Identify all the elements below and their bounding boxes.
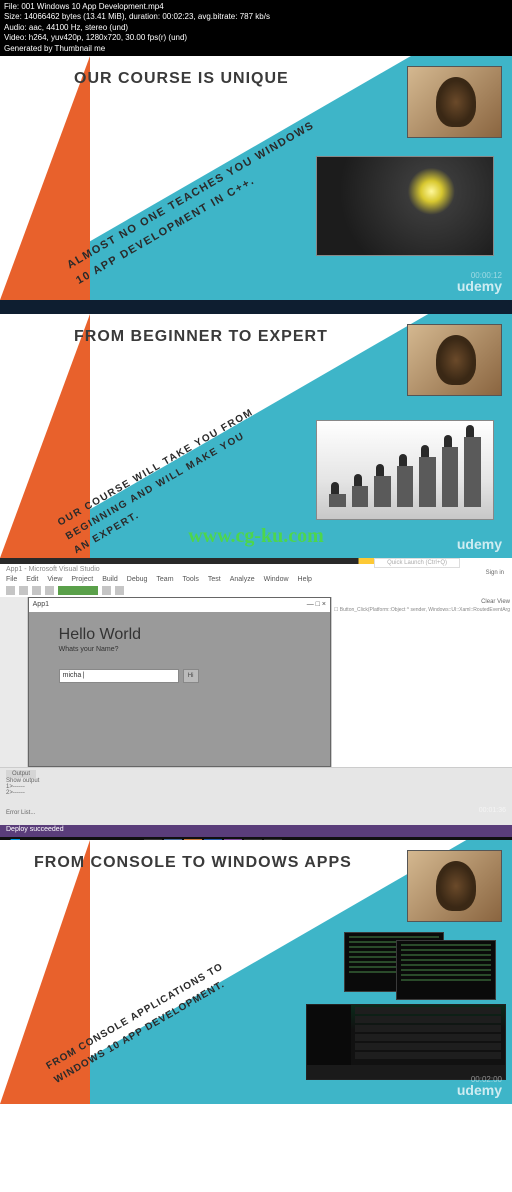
growth-chart-image — [316, 420, 494, 520]
vs-toolbar[interactable] — [0, 584, 512, 597]
vs-body: App1 — □ × Hello World Whats your Name? … — [0, 597, 512, 767]
tool-icon[interactable] — [45, 586, 54, 595]
slide-title: FROM CONSOLE TO WINDOWS APPS — [34, 854, 352, 872]
menu-analyze[interactable]: Analyze — [230, 576, 255, 583]
app-tab: App1 — [33, 601, 49, 608]
meta-audio: Audio: aac, 44100 Hz, stereo (und) — [4, 23, 508, 33]
app-content: Hello World Whats your Name? micha Hi — [29, 612, 330, 697]
bar-chart — [329, 437, 481, 507]
output-line: 2>------ — [6, 790, 506, 796]
quick-launch[interactable]: Quick Launch (Ctrl+Q) — [374, 558, 460, 568]
presenter-webcam — [407, 324, 502, 396]
editor-tab[interactable]: Clear View — [334, 599, 510, 605]
menu-test[interactable]: Test — [208, 576, 221, 583]
vs-menubar[interactable]: File Edit View Project Build Debug Team … — [0, 575, 512, 584]
udemy-logo: udemy — [457, 536, 502, 552]
meta-file: File: 001 Windows 10 App Development.mp4 — [4, 2, 508, 12]
vs-editor-pane[interactable]: Clear View ☐ Button_Click(Platform::Obje… — [331, 597, 512, 767]
app-preview-window: App1 — □ × Hello World Whats your Name? … — [28, 597, 331, 767]
slide-title: FROM BEGINNER TO EXPERT — [74, 328, 328, 346]
name-textbox[interactable]: micha — [59, 669, 179, 683]
slide-title: OUR COURSE IS UNIQUE — [74, 70, 289, 88]
menu-team[interactable]: Team — [156, 576, 173, 583]
tool-icon[interactable] — [115, 586, 124, 595]
presenter-webcam — [407, 66, 502, 138]
vs-statusbar: Deploy succeeded — [0, 825, 512, 837]
meta-video: Video: h264, yuv420p, 1280x720, 30.00 fp… — [4, 33, 508, 43]
menu-window[interactable]: Window — [264, 576, 289, 583]
menu-tools[interactable]: Tools — [183, 576, 199, 583]
menu-help[interactable]: Help — [298, 576, 312, 583]
timestamp: 00:00:12 — [471, 271, 502, 280]
menu-view[interactable]: View — [47, 576, 62, 583]
menu-build[interactable]: Build — [102, 576, 118, 583]
visual-studio-screenshot: Quick Launch (Ctrl+Q) Sign in App1 - Mic… — [0, 558, 512, 840]
app-main — [351, 1005, 505, 1067]
slide-console: FROM CONSOLE TO WINDOWS APPS FROM CONSOL… — [0, 840, 512, 1104]
vs-output-panel[interactable]: Output Show output 1>------ 2>------ Err… — [0, 767, 512, 825]
editor-breadcrumb: ☐ Button_Click(Platform::Object ^ sender… — [334, 607, 510, 613]
timestamp: 00:01:36 — [479, 807, 506, 814]
menu-file[interactable]: File — [6, 576, 17, 583]
signin-link[interactable]: Sign in — [486, 570, 504, 576]
watermark: www.cg-ku.com — [188, 525, 324, 548]
divider — [0, 300, 512, 314]
menu-edit[interactable]: Edit — [26, 576, 38, 583]
window-buttons[interactable]: — □ × — [307, 601, 326, 608]
udemy-logo: udemy — [457, 278, 502, 294]
lightbulb-image — [316, 156, 494, 256]
presenter-webcam — [407, 850, 502, 922]
tool-icon[interactable] — [58, 586, 98, 595]
tool-icon[interactable] — [32, 586, 41, 595]
tool-icon[interactable] — [19, 586, 28, 595]
video-metadata: File: 001 Windows 10 App Development.mp4… — [0, 0, 512, 56]
meta-gen: Generated by Thumbnail me — [4, 44, 508, 54]
meta-size: Size: 14066462 bytes (13.41 MiB), durati… — [4, 12, 508, 22]
hi-button[interactable]: Hi — [183, 669, 199, 683]
timestamp: 00:02:00 — [471, 1075, 502, 1084]
app-screenshots — [306, 932, 506, 1080]
app-subheading: Whats your Name? — [59, 646, 300, 653]
slide-beginner: FROM BEGINNER TO EXPERT OUR COURSE WILL … — [0, 314, 512, 558]
app-titlebar: App1 — □ × — [29, 598, 330, 612]
app-input-row: micha Hi — [59, 669, 300, 683]
app-heading: Hello World — [59, 626, 300, 644]
error-list-tab[interactable]: Error List... — [6, 810, 506, 816]
tool-icon[interactable] — [6, 586, 15, 595]
music-app-window — [306, 1004, 506, 1080]
output-tab[interactable]: Output — [6, 770, 36, 778]
tool-icon[interactable] — [102, 586, 111, 595]
menu-project[interactable]: Project — [71, 576, 93, 583]
vs-sidebar[interactable] — [0, 597, 28, 767]
slide-unique: OUR COURSE IS UNIQUE ALMOST NO ONE TEACH… — [0, 56, 512, 300]
menu-debug[interactable]: Debug — [127, 576, 148, 583]
console-window — [396, 940, 496, 1000]
udemy-logo: udemy — [457, 1082, 502, 1098]
